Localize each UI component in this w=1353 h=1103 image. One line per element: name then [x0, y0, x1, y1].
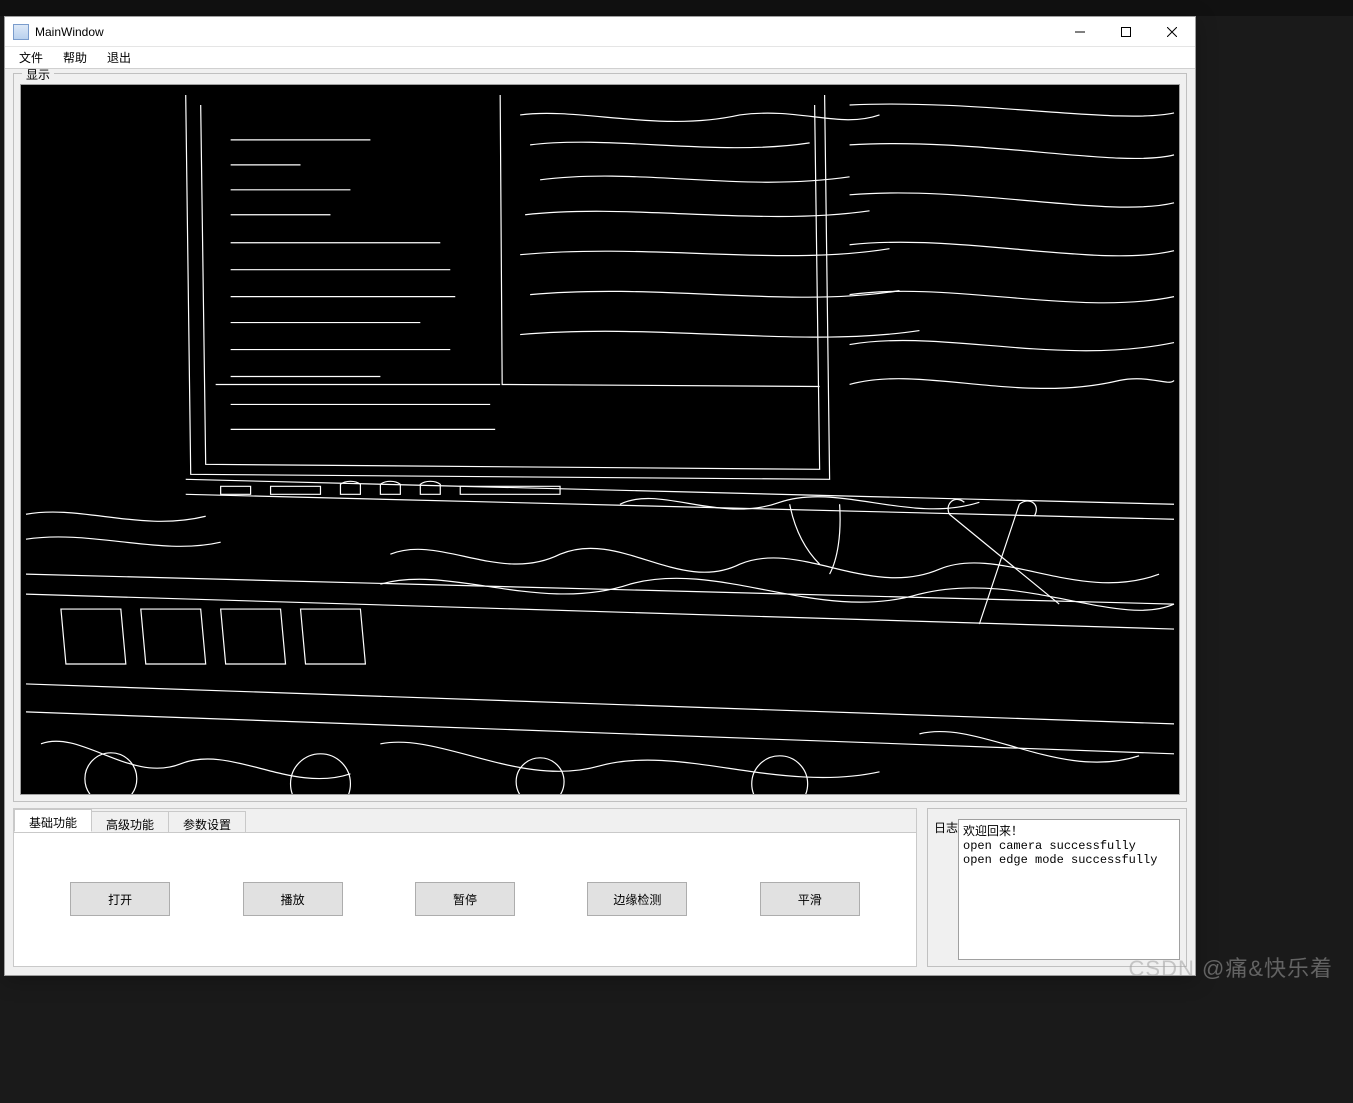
- maximize-button[interactable]: [1103, 17, 1149, 46]
- close-button[interactable]: [1149, 17, 1195, 46]
- titlebar-left: MainWindow: [5, 24, 104, 40]
- tab-advanced[interactable]: 高级功能: [91, 811, 169, 832]
- menu-exit[interactable]: 退出: [97, 47, 141, 68]
- app-icon: [13, 24, 29, 40]
- display-legend: 显示: [22, 69, 54, 83]
- close-icon: [1167, 27, 1177, 37]
- video-display: [20, 84, 1180, 795]
- edge-detection-image: [21, 85, 1179, 794]
- main-window: MainWindow 文件 帮助 退出 显示: [4, 16, 1196, 976]
- log-group: 日志 欢迎回来！ open camera successfully open e…: [927, 808, 1187, 967]
- smooth-button[interactable]: 平滑: [760, 882, 860, 916]
- menu-file[interactable]: 文件: [9, 47, 53, 68]
- pause-button[interactable]: 暂停: [415, 882, 515, 916]
- tabs-panel: 基础功能 高级功能 参数设置 打开 播放 暂停 边缘检测 平滑: [13, 808, 917, 967]
- window-controls: [1057, 17, 1195, 46]
- tab-basic[interactable]: 基础功能: [14, 809, 92, 832]
- tab-body-basic: 打开 播放 暂停 边缘检测 平滑: [14, 833, 916, 966]
- play-button[interactable]: 播放: [243, 882, 343, 916]
- edge-detect-button[interactable]: 边缘检测: [587, 882, 687, 916]
- minimize-icon: [1075, 27, 1085, 37]
- open-button[interactable]: 打开: [70, 882, 170, 916]
- menubar: 文件 帮助 退出: [5, 47, 1195, 69]
- ide-top-bar: [0, 0, 1353, 16]
- display-group: 显示: [13, 73, 1187, 802]
- bottom-row: 基础功能 高级功能 参数设置 打开 播放 暂停 边缘检测 平滑 日志 欢迎回来！…: [13, 808, 1187, 967]
- window-title: MainWindow: [35, 25, 104, 39]
- maximize-icon: [1121, 27, 1131, 37]
- log-textarea[interactable]: 欢迎回来！ open camera successfully open edge…: [958, 819, 1180, 960]
- tab-params[interactable]: 参数设置: [168, 811, 246, 832]
- minimize-button[interactable]: [1057, 17, 1103, 46]
- log-legend: 日志: [934, 819, 958, 960]
- menu-help[interactable]: 帮助: [53, 47, 97, 68]
- titlebar[interactable]: MainWindow: [5, 17, 1195, 47]
- client-area: 显示: [5, 69, 1195, 975]
- tab-strip: 基础功能 高级功能 参数设置: [14, 809, 916, 833]
